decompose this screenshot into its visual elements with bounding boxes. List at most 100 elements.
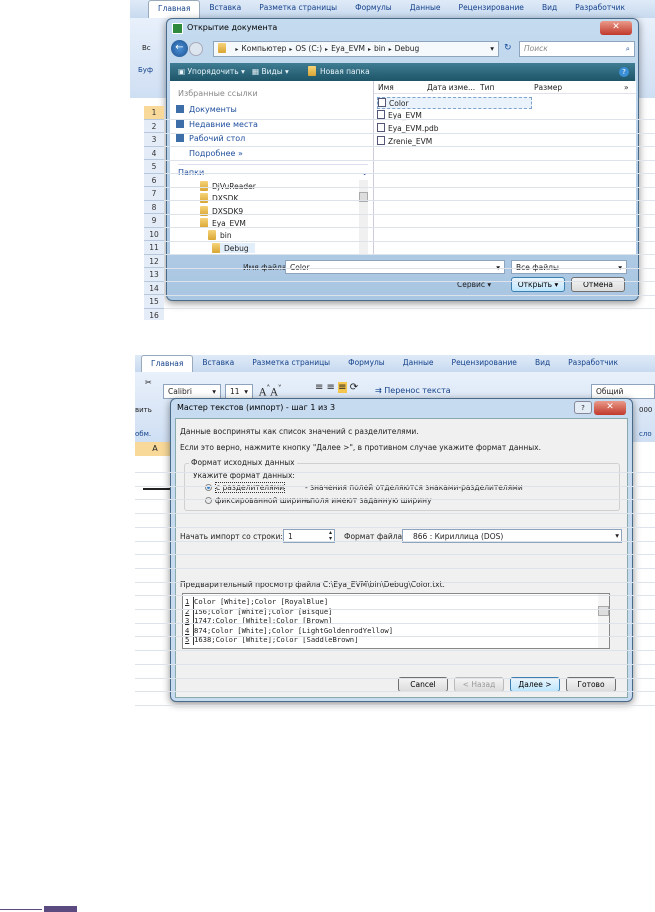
forward-button[interactable]: [189, 42, 203, 56]
row-header[interactable]: 11: [144, 241, 164, 255]
file-item[interactable]: Color: [377, 97, 532, 109]
column-header[interactable]: Тип: [480, 83, 494, 92]
help-icon[interactable]: ?: [619, 67, 629, 77]
radio-fixed-width[interactable]: фиксированной ширины: [205, 496, 312, 505]
paste-label[interactable]: вить: [135, 406, 152, 414]
tab-developer[interactable]: Разработчик: [566, 0, 634, 18]
cancel-button[interactable]: Отмена: [571, 277, 625, 292]
search-placeholder: Поиск: [524, 44, 548, 53]
back-button[interactable]: < Назад: [454, 677, 504, 692]
row-header[interactable]: 4: [144, 146, 164, 160]
recent-places-icon: [176, 119, 184, 128]
arrow-right-icon: ▸: [235, 46, 239, 53]
folder-tree-item[interactable]: DXSDK: [200, 193, 238, 204]
line-number: 4: [185, 625, 194, 635]
row-header[interactable]: 16: [144, 308, 164, 320]
tab-data[interactable]: Данные: [394, 355, 443, 372]
folder-tree-item[interactable]: Debug: [212, 242, 255, 253]
folder-tree-item[interactable]: bin: [208, 230, 232, 241]
tab-formulas[interactable]: Формулы: [339, 355, 394, 372]
tab-view[interactable]: Вид: [526, 355, 559, 372]
column-header[interactable]: Имя: [378, 83, 394, 92]
views-label: Виды: [261, 67, 283, 76]
grid-line: [164, 281, 655, 282]
finish-button[interactable]: Готово: [566, 677, 616, 692]
file-item[interactable]: Eya_EVM.pdb: [377, 123, 439, 133]
breadcrumb-item[interactable]: Eya_EVM: [331, 44, 365, 53]
tab-insert[interactable]: Вставка: [193, 355, 243, 372]
favorite-item[interactable]: Недавние места: [176, 119, 258, 129]
scrollbar[interactable]: [598, 594, 609, 648]
breadcrumb-item[interactable]: Debug: [395, 44, 420, 53]
breadcrumb-item[interactable]: bin: [374, 44, 386, 53]
breadcrumb-item[interactable]: OS (C:): [295, 44, 322, 53]
tab-home[interactable]: Главная: [148, 0, 201, 18]
file-item[interactable]: Zrenie_EVM: [377, 136, 432, 146]
row-header[interactable]: 9: [144, 214, 164, 228]
wrap-text-label: Перенос текста: [384, 386, 451, 395]
open-button[interactable]: Открыть ▾: [511, 277, 565, 292]
tab-page-layout[interactable]: Разметка страницы: [243, 355, 339, 372]
row-header[interactable]: 5: [144, 160, 164, 174]
grid-line: [135, 567, 655, 569]
row-header[interactable]: 8: [144, 200, 164, 214]
organize-button[interactable]: ▣ Упорядочить ▾: [178, 63, 245, 80]
refresh-icon[interactable]: ↻: [504, 43, 512, 53]
tab-page-layout[interactable]: Разметка страницы: [250, 0, 346, 18]
chevron-down-icon[interactable]: ▾: [490, 43, 494, 54]
column-header[interactable]: »: [624, 83, 629, 92]
next-button[interactable]: Далее >: [510, 677, 560, 692]
column-header[interactable]: Размер: [534, 83, 562, 92]
scrollbar[interactable]: [359, 180, 368, 255]
scissors-icon[interactable]: ✂: [145, 378, 152, 387]
folders-header[interactable]: Папки ⌄: [178, 164, 368, 177]
tab-home[interactable]: Главная: [141, 355, 194, 372]
row-header[interactable]: 2: [144, 119, 164, 133]
folder-icon: [308, 66, 316, 76]
close-button[interactable]: ✕: [600, 21, 632, 35]
row-header[interactable]: 15: [144, 295, 164, 309]
row-header[interactable]: 7: [144, 187, 164, 201]
tab-review[interactable]: Рецензирование: [450, 0, 533, 18]
tab-review[interactable]: Рецензирование: [443, 355, 526, 372]
thousands-button[interactable]: 000: [639, 406, 652, 414]
tab-formulas[interactable]: Формулы: [346, 0, 401, 18]
cancel-button[interactable]: Cancel: [398, 677, 448, 692]
address-bar[interactable]: ▸ Компьютер ▸ OS (C:) ▸ Eya_EVM ▸ bin ▸ Debug ▾: [213, 41, 499, 57]
new-folder-button[interactable]: Новая папка: [308, 63, 370, 80]
tab-view[interactable]: Вид: [533, 0, 566, 18]
views-button[interactable]: ▦ Виды ▾: [252, 63, 289, 80]
arrow-right-icon: ▸: [367, 46, 371, 53]
row-header[interactable]: 13: [144, 268, 164, 282]
row-header[interactable]: 12: [144, 254, 164, 268]
file-name: Color: [389, 99, 409, 108]
radio-delimited[interactable]: с разделителями: [205, 482, 286, 493]
row-header[interactable]: 3: [144, 133, 164, 147]
tab-data[interactable]: Данные: [401, 0, 450, 18]
excel-icon: [172, 23, 183, 34]
tab-developer[interactable]: Разработчик: [559, 355, 627, 372]
font-select[interactable]: Calibri ▾: [163, 384, 221, 399]
help-button[interactable]: ?: [574, 401, 592, 414]
column-header-a[interactable]: A: [135, 442, 175, 456]
column-header[interactable]: Дата изме...: [427, 83, 475, 92]
wrap-text-button[interactable]: ⇉ Перенос текста: [375, 386, 451, 395]
favorite-item[interactable]: Документы: [176, 105, 237, 114]
row-header[interactable]: 10: [144, 227, 164, 241]
row-header[interactable]: 6: [144, 173, 164, 187]
close-button[interactable]: ✕: [594, 401, 626, 415]
screenshot-open-dialog: Главная Вставка Разметка страницы Формул…: [130, 0, 655, 320]
tab-insert[interactable]: Вставка: [200, 0, 250, 18]
favorite-item[interactable]: Рабочий стол: [176, 134, 245, 143]
row-header[interactable]: 14: [144, 281, 164, 295]
font-size-select[interactable]: 11 ▾: [225, 384, 253, 399]
back-button[interactable]: ←: [171, 40, 188, 57]
breadcrumb-item[interactable]: Компьютер: [241, 44, 286, 53]
align-icon[interactable]: ≡ ≡ ≡ ⟳: [315, 382, 358, 393]
number-format-select[interactable]: Общий: [591, 384, 655, 399]
search-input[interactable]: Поиск ⌕: [519, 41, 635, 57]
line-text: Color [White];Color [RoyalBlue]: [194, 597, 329, 606]
more-link[interactable]: Подробнее »: [189, 149, 243, 158]
row-header[interactable]: 1: [144, 106, 164, 120]
font-grow-icon[interactable]: A˄A˅: [259, 383, 282, 398]
